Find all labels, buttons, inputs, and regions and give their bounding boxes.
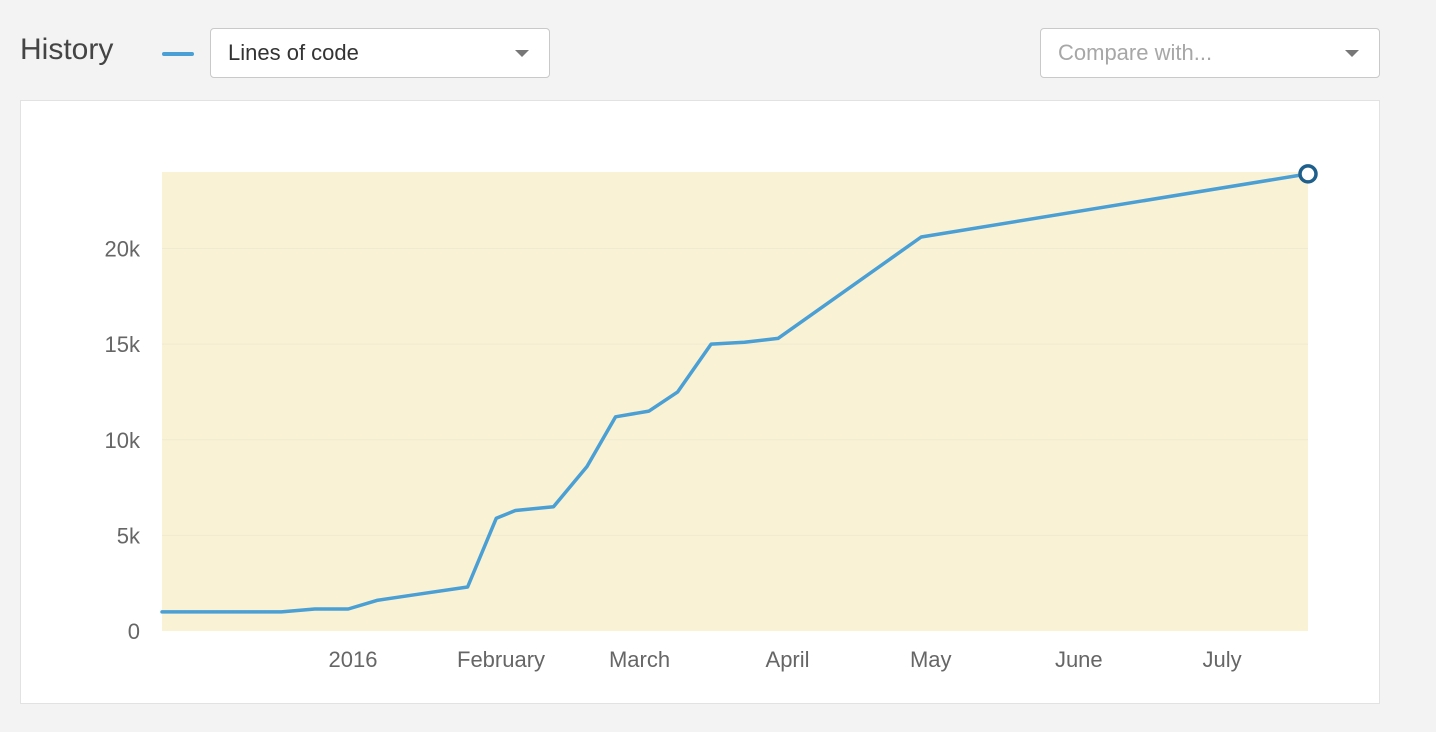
endpoint-marker <box>1298 164 1318 184</box>
chart-panel: 0 5k 10k 15k 20k 2016 February March April May Jun… <box>20 100 1380 704</box>
y-tick-label: 15k <box>105 332 141 357</box>
compare-select[interactable]: Compare with... <box>1040 28 1380 78</box>
y-tick-label: 0 <box>128 619 140 644</box>
y-tick-label: 10k <box>105 428 141 453</box>
history-page: History Lines of code Compare with... 0 5… <box>0 0 1436 732</box>
page-title: History <box>20 33 114 66</box>
x-tick-label: July <box>1202 647 1241 672</box>
plot-band <box>162 172 1308 631</box>
y-tick-label: 5k <box>117 523 141 548</box>
metric-select-value: Lines of code <box>228 40 359 65</box>
metric-select[interactable]: Lines of code <box>210 28 550 78</box>
x-tick-label: May <box>910 647 952 672</box>
x-tick-label: 2016 <box>329 647 378 672</box>
history-chart: 0 5k 10k 15k 20k 2016 February March April May Jun… <box>105 164 1318 672</box>
x-tick-label: April <box>766 647 810 672</box>
x-tick-label: June <box>1055 647 1103 672</box>
x-tick-label: February <box>457 647 545 672</box>
chevron-down-icon <box>1345 50 1359 57</box>
y-tick-label: 20k <box>105 237 141 262</box>
chevron-down-icon <box>515 50 529 57</box>
x-tick-label: March <box>609 647 670 672</box>
series-legend-swatch <box>162 52 194 56</box>
compare-select-placeholder: Compare with... <box>1058 40 1213 65</box>
